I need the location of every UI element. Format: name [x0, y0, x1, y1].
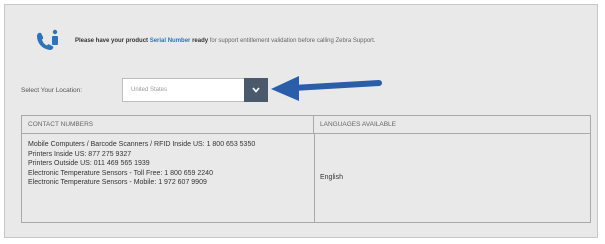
contact-table: CONTACT NUMBERS LANGUAGES AVAILABLE Mobi…: [21, 115, 591, 223]
notice-text: Please have your product Serial Number r…: [75, 38, 376, 44]
contact-line: Printers Inside US: 877 275 9327: [28, 150, 132, 158]
serial-number-link[interactable]: Serial Number: [150, 38, 191, 44]
contact-line: Electronic Temperature Sensors - Toll Fr…: [28, 169, 213, 177]
contact-line: Electronic Temperature Sensors - Mobile:…: [28, 179, 207, 186]
chevron-down-icon: [252, 87, 260, 93]
contact-line: Mobile Computers / Barcode Scanners / RF…: [28, 141, 256, 148]
contact-numbers-cell: Mobile Computers / Barcode Scanners / RF…: [28, 140, 308, 188]
phone-icon: [37, 29, 58, 50]
languages-header: LANGUAGES AVAILABLE: [314, 116, 590, 134]
location-label: Select Your Location:: [21, 87, 83, 94]
column-divider: [314, 134, 315, 222]
location-select-value: United States: [131, 87, 168, 93]
contact-numbers-header: CONTACT NUMBERS: [22, 116, 314, 134]
location-select[interactable]: United States: [122, 78, 268, 102]
language-cell: English: [320, 174, 343, 181]
serial-number-notice: Please have your product Serial Number r…: [33, 27, 376, 55]
contact-line: Printers Outside US: 011 469 565 1939: [28, 160, 150, 167]
support-panel: Please have your product Serial Number r…: [4, 4, 598, 238]
location-select-button[interactable]: [244, 78, 268, 102]
arrow-left-icon: [271, 76, 382, 101]
